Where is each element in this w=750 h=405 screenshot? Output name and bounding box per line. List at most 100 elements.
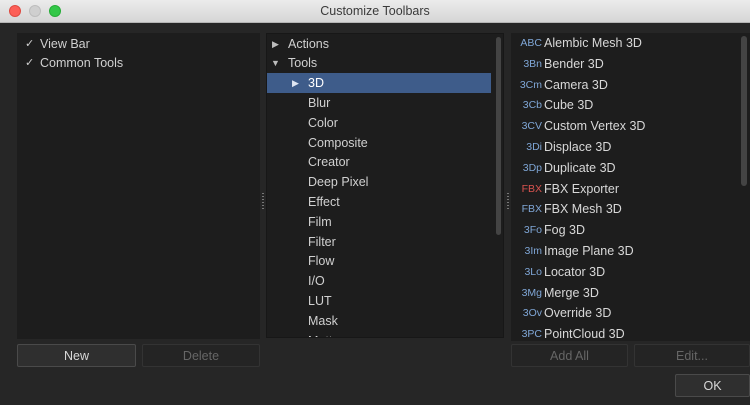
tool-item[interactable]: 3Fo Fog 3D xyxy=(511,220,750,240)
tool-item[interactable]: ABC Alembic Mesh 3D xyxy=(511,33,750,53)
title-bar: Customize Toolbars xyxy=(0,0,750,23)
tool-name: Duplicate 3D xyxy=(544,160,616,175)
tool-item[interactable]: 3Dp Duplicate 3D xyxy=(511,158,750,178)
tree-item-filter[interactable]: Filter xyxy=(267,232,503,252)
tool-item[interactable]: 3Bn Bender 3D xyxy=(511,54,750,74)
tool-icon: 3Im xyxy=(524,245,542,257)
window-title: Customize Toolbars xyxy=(320,4,430,18)
customize-toolbars-window: Customize Toolbars ✓ View Bar ✓ Common T… xyxy=(0,0,750,405)
tree-item-label: Flow xyxy=(308,254,335,269)
tree-item-3d[interactable]: ▶ 3D xyxy=(267,73,491,93)
tool-icon: 3Dp xyxy=(522,161,542,174)
add-all-button[interactable]: Add All xyxy=(511,344,628,367)
tree-item-flow[interactable]: Flow xyxy=(267,251,503,271)
tree-item-effect[interactable]: Effect xyxy=(267,192,503,212)
tool-name: Cube 3D xyxy=(544,98,594,113)
tree-item-label: Effect xyxy=(308,195,340,209)
tree-item-label: Blur xyxy=(308,96,331,110)
tool-name: FBX Mesh 3D xyxy=(544,202,622,217)
tool-icon: 3Lo xyxy=(524,265,542,278)
tree-item-label: Color xyxy=(308,115,338,130)
tool-icon: 3PC xyxy=(521,328,542,341)
ok-button[interactable]: OK xyxy=(675,374,750,397)
toolbars-list: ✓ View Bar ✓ Common Tools xyxy=(17,33,260,339)
toolbar-item-common-tools[interactable]: ✓ Common Tools xyxy=(17,53,260,73)
tool-item[interactable]: FBX FBX Exporter xyxy=(511,179,750,199)
tree-item-creator[interactable]: Creator xyxy=(267,152,503,172)
tool-name: Override 3D xyxy=(544,306,612,321)
tool-item[interactable]: 3Cb Cube 3D xyxy=(511,95,750,115)
tree-item-actions[interactable]: ▶ Actions xyxy=(267,34,503,54)
tree-item-composite[interactable]: Composite xyxy=(267,133,503,153)
check-icon: ✓ xyxy=(25,38,35,50)
tool-name: PointCloud 3D xyxy=(544,327,625,341)
toolbar-item-label: View Bar xyxy=(40,37,90,51)
splitter-handle-left[interactable] xyxy=(262,193,264,209)
tree-item-i-o[interactable]: I/O xyxy=(267,271,503,291)
tool-icon: ABC xyxy=(520,37,542,49)
tool-item[interactable]: FBX FBX Mesh 3D xyxy=(511,199,750,219)
tool-icon: FBX xyxy=(521,182,542,195)
tree-item-label: Deep Pixel xyxy=(308,175,369,190)
tree-item-label: Actions xyxy=(288,37,329,51)
tool-item[interactable]: 3Im Image Plane 3D xyxy=(511,241,750,261)
tree-item-tools[interactable]: ▼ Tools xyxy=(267,53,503,73)
tree-item-label: Film xyxy=(308,214,332,229)
toolbar-item-label: Common Tools xyxy=(40,56,124,70)
tree-item-label: Tools xyxy=(288,56,318,70)
tool-icon: 3Cm xyxy=(519,78,542,91)
tree-item-film[interactable]: Film xyxy=(267,212,503,232)
tree-item-label: Matte xyxy=(308,331,339,337)
tool-item[interactable]: 3Mg Merge 3D xyxy=(511,283,750,303)
tool-icon: 3Cb xyxy=(522,99,542,112)
tree-item-label: 3D xyxy=(308,76,324,90)
delete-button[interactable]: Delete xyxy=(142,344,260,367)
tools-list: ABC Alembic Mesh 3D 3Bn Bender 3D 3Cm Camera … xyxy=(511,33,750,341)
tool-item[interactable]: 3CV Custom Vertex 3D xyxy=(511,116,750,136)
tool-name: Displace 3D xyxy=(544,140,612,154)
tool-icon: 3Di xyxy=(526,141,542,153)
check-icon: ✓ xyxy=(25,57,35,69)
tree-scrollbar[interactable] xyxy=(496,37,501,235)
expand-arrow-icon[interactable]: ▶ xyxy=(292,73,299,93)
tool-item[interactable]: 3Ov Override 3D xyxy=(511,303,750,323)
tool-icon: FBX xyxy=(521,203,542,216)
tree-item-label: Composite xyxy=(308,135,368,150)
tool-item[interactable]: 3PC PointCloud 3D xyxy=(511,324,750,341)
toolbar-item-view-bar[interactable]: ✓ View Bar xyxy=(17,34,260,54)
tree-item-label: LUT xyxy=(308,294,332,308)
tool-name: Bender 3D xyxy=(544,56,604,71)
tree-item-mask[interactable]: Mask xyxy=(267,311,503,331)
tree-item-lut[interactable]: LUT xyxy=(267,291,503,311)
tool-name: Camera 3D xyxy=(544,77,608,92)
tree-item-deep-pixel[interactable]: Deep Pixel xyxy=(267,172,503,192)
tool-name: Alembic Mesh 3D xyxy=(544,36,642,50)
tool-icon: 3Ov xyxy=(522,307,542,320)
tree-item-color[interactable]: Color xyxy=(267,113,503,133)
tree-item-matte[interactable]: Matte xyxy=(267,331,503,337)
tool-name: Image Plane 3D xyxy=(544,244,634,258)
tool-icon: 3Mg xyxy=(521,286,542,299)
category-tree: ▶ Actions ▼ Tools ▶ 3D Blur Color Composit… xyxy=(266,33,504,338)
tool-icon: 3CV xyxy=(521,120,542,133)
tool-name: Locator 3D xyxy=(544,264,606,279)
tool-name: Custom Vertex 3D xyxy=(544,119,646,134)
new-button[interactable]: New xyxy=(17,344,136,367)
tool-item[interactable]: 3Cm Camera 3D xyxy=(511,75,750,95)
tree-item-label: I/O xyxy=(308,274,325,289)
expand-arrow-icon[interactable]: ▶ xyxy=(272,34,279,54)
tree-item-label: Creator xyxy=(308,155,350,170)
collapse-arrow-icon[interactable]: ▼ xyxy=(271,53,280,73)
tool-icon: 3Fo xyxy=(523,224,542,237)
edit-button[interactable]: Edit... xyxy=(634,344,750,367)
splitter-handle-right[interactable] xyxy=(507,193,509,209)
tree-item-blur[interactable]: Blur xyxy=(267,93,503,113)
tool-icon: 3Bn xyxy=(523,57,542,70)
tool-item[interactable]: 3Lo Locator 3D xyxy=(511,262,750,282)
tool-name: Merge 3D xyxy=(544,285,599,300)
tree-item-label: Mask xyxy=(308,313,338,328)
tools-scrollbar[interactable] xyxy=(741,36,747,186)
tool-name: FBX Exporter xyxy=(544,181,620,196)
tool-item[interactable]: 3Di Displace 3D xyxy=(511,137,750,157)
tool-name: Fog 3D xyxy=(544,223,585,238)
